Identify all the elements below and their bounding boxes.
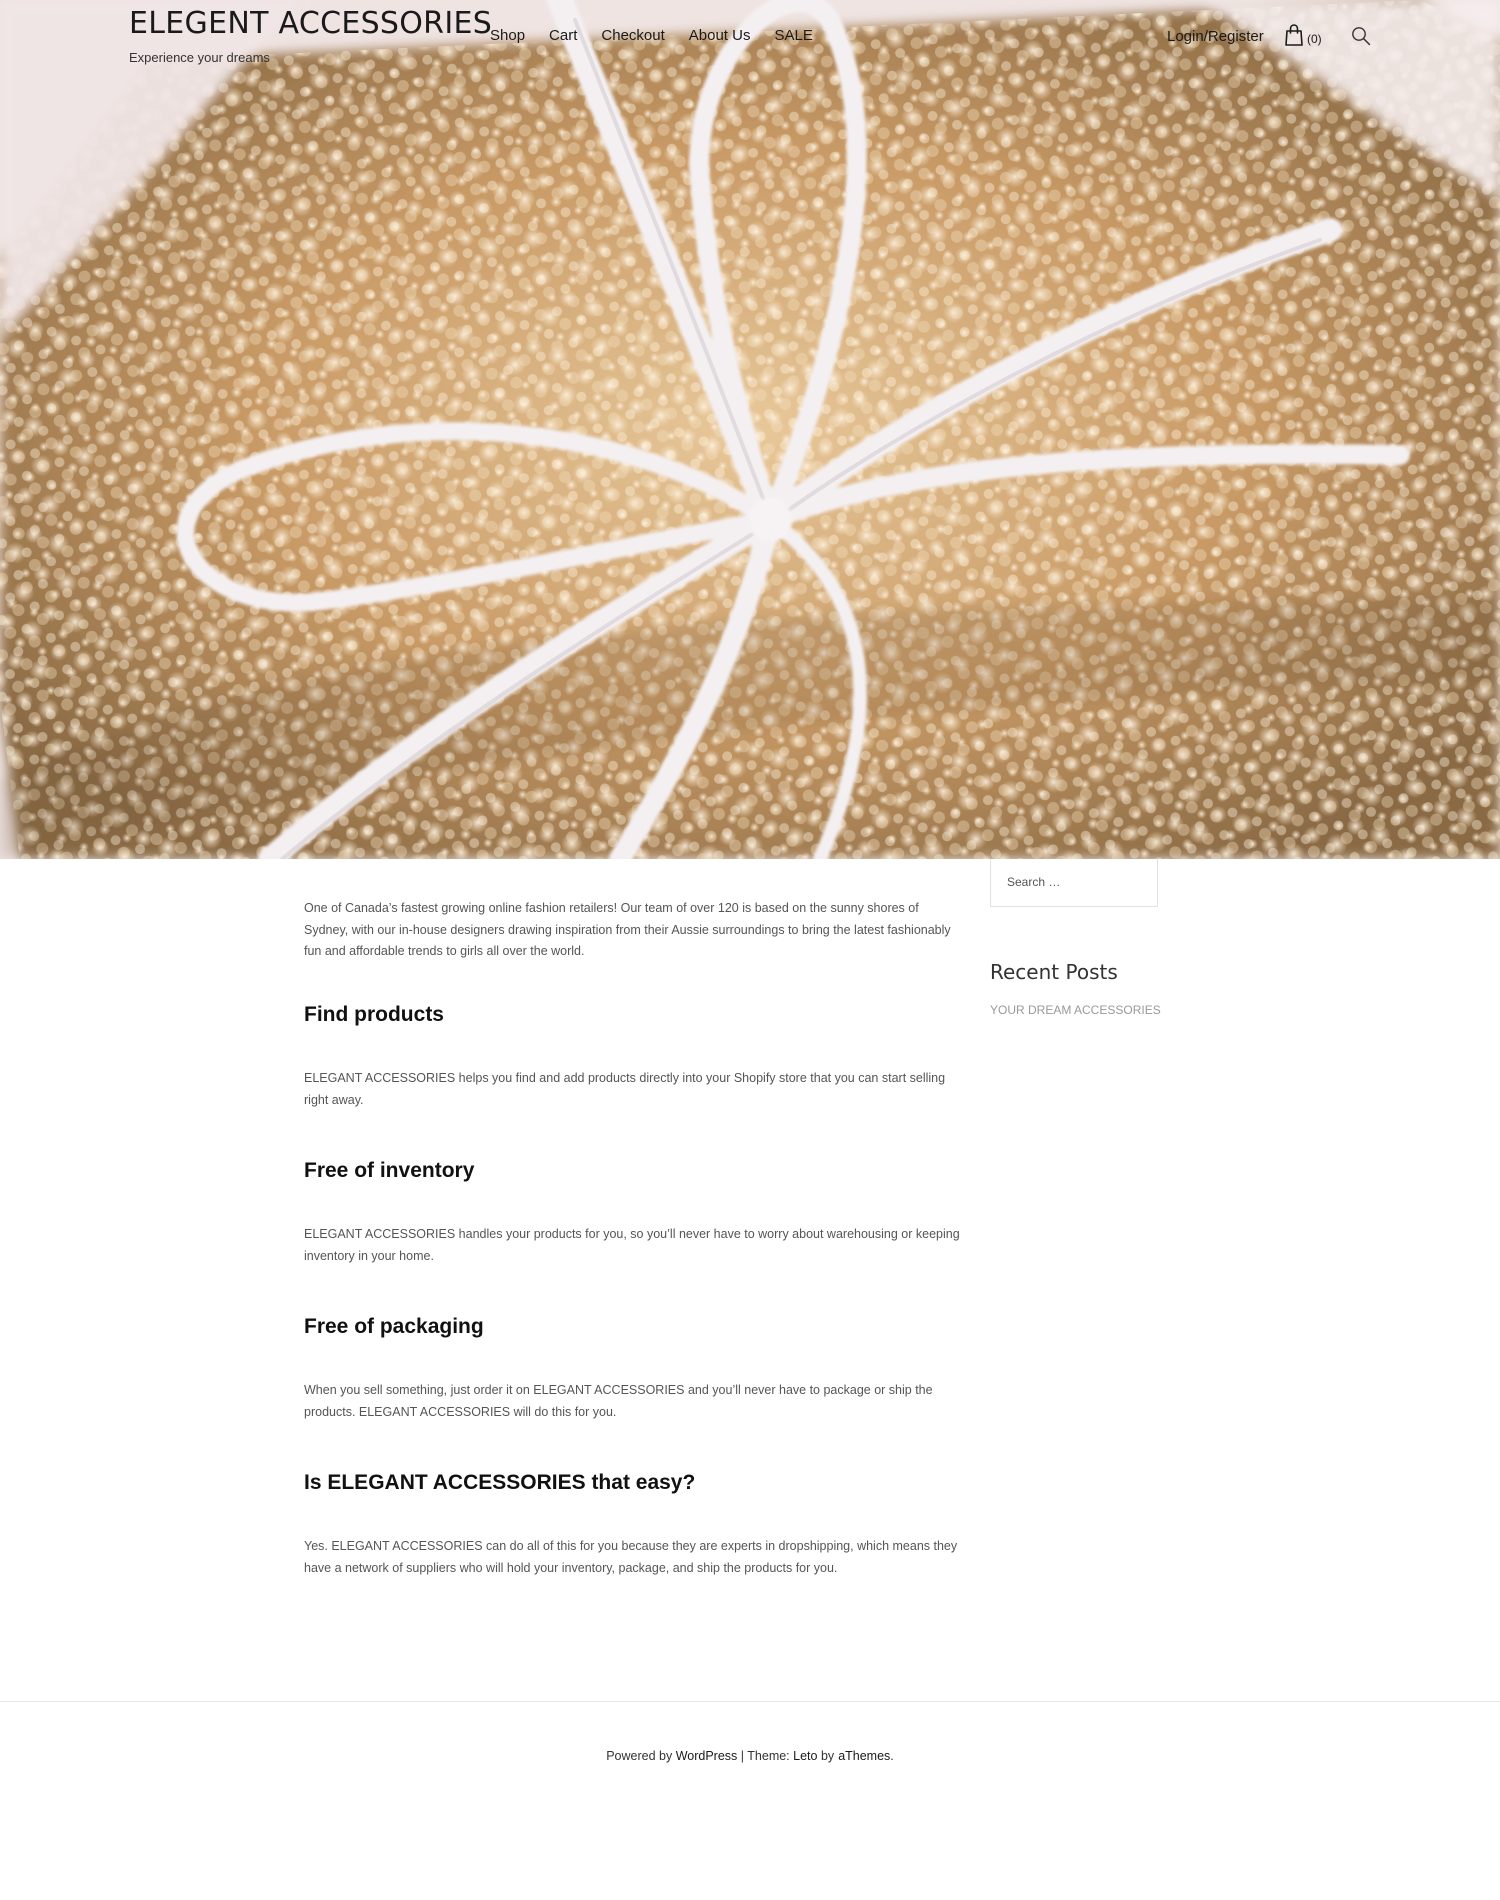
theme-link[interactable]: Leto bbox=[793, 1749, 817, 1763]
section-heading-free-of-inventory: Free of inventory bbox=[304, 1159, 475, 1182]
search-toggle-button[interactable] bbox=[1351, 26, 1371, 51]
section-heading-find-products: Find products bbox=[304, 1003, 444, 1026]
sidebar: Recent Posts YOUR DREAM ACCESSORIES bbox=[990, 859, 1161, 1017]
footer-divider bbox=[0, 1701, 1500, 1702]
footer-separator: | bbox=[740, 1749, 745, 1763]
section-text-free-of-packaging: When you sell something, just order it o… bbox=[304, 1383, 933, 1419]
section-heading-free-of-packaging: Free of packaging bbox=[304, 1315, 484, 1338]
main-navigation: Shop Cart Checkout About Us SALE bbox=[490, 27, 813, 45]
site-tagline: Experience your dreams bbox=[129, 50, 270, 65]
by-text: by bbox=[820, 1749, 835, 1763]
intro-paragraph: One of Canada’s fastest growing online f… bbox=[304, 901, 951, 958]
author-link[interactable]: aThemes bbox=[838, 1749, 890, 1763]
page-content: One of Canada’s fastest growing online f… bbox=[304, 898, 964, 1579]
section-heading-that-easy: Is ELEGANT ACCESSORIES that easy? bbox=[304, 1471, 696, 1494]
nav-item-shop[interactable]: Shop bbox=[490, 27, 525, 45]
hero-image bbox=[0, 0, 1500, 859]
sidebar-search-widget bbox=[990, 859, 1158, 907]
wordpress-link[interactable]: WordPress bbox=[676, 1749, 738, 1763]
theme-label: Theme: bbox=[747, 1749, 790, 1763]
footer-period: . bbox=[890, 1749, 894, 1763]
powered-by-text: Powered by bbox=[606, 1749, 673, 1763]
cart-count: (0) bbox=[1307, 32, 1322, 46]
cart-button[interactable]: (0) bbox=[1284, 24, 1322, 46]
recent-post-link[interactable]: YOUR DREAM ACCESSORIES bbox=[990, 1003, 1161, 1017]
site-footer: Powered by WordPress | Theme: Leto by aTh… bbox=[0, 1749, 1500, 1763]
search-icon bbox=[1352, 27, 1371, 46]
recent-posts-title: Recent Posts bbox=[990, 960, 1118, 984]
section-text-find-products: ELEGANT ACCESSORIES helps you find and a… bbox=[304, 1071, 946, 1107]
nav-item-about-us[interactable]: About Us bbox=[689, 27, 751, 45]
header-actions: Login/Register (0) bbox=[1167, 24, 1377, 54]
site-branding: ELEGENT ACCESSORIES Experience your drea… bbox=[129, 6, 492, 66]
nav-item-sale[interactable]: SALE bbox=[774, 27, 812, 45]
site-title[interactable]: ELEGENT ACCESSORIES bbox=[129, 6, 492, 42]
shopping-bag-icon bbox=[1285, 24, 1303, 46]
section-text-free-of-inventory: ELEGANT ACCESSORIES handles your product… bbox=[304, 1227, 960, 1263]
search-input[interactable] bbox=[991, 859, 1141, 905]
nav-item-checkout[interactable]: Checkout bbox=[601, 27, 664, 45]
login-register-link[interactable]: Login/Register bbox=[1167, 28, 1264, 45]
nav-item-cart[interactable]: Cart bbox=[549, 27, 577, 45]
hero-banner: ELEGENT ACCESSORIES Experience your drea… bbox=[0, 0, 1500, 859]
section-text-that-easy: Yes. ELEGANT ACCESSORIES can do all of t… bbox=[304, 1539, 958, 1575]
